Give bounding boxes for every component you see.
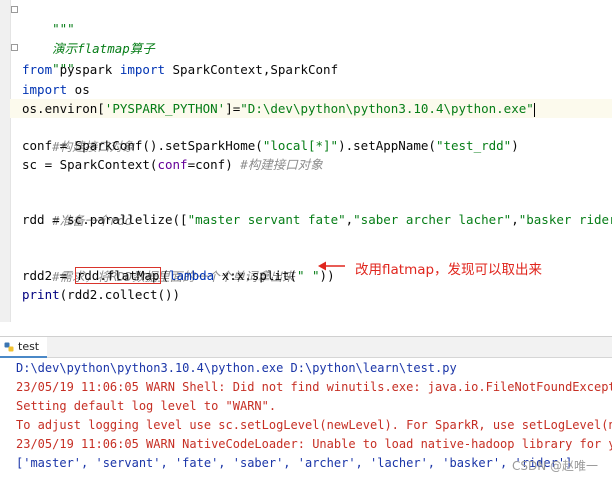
console-line: 23/05/19 11:06:05 WARN Shell: Did not fi… (16, 380, 612, 394)
fold-marker-icon[interactable] (11, 44, 18, 51)
run-console-output[interactable]: D:\dev\python\python3.10.4\python.exe D:… (0, 358, 612, 478)
code-text: ).setAppName( (338, 138, 436, 153)
console-line: 23/05/19 11:06:05 WARN NativeCodeLoader:… (16, 437, 612, 451)
annotation-text: 改用flatmap，发现可以取出来 (355, 262, 543, 278)
code-text: =conf) (187, 157, 241, 172)
code-text: ) (511, 138, 519, 153)
text-caret (533, 102, 535, 117)
code-text: (rdd2.collect()) (59, 287, 181, 302)
code-line-9: sc = SparkContext(conf=conf) #构建接口对象 (22, 155, 323, 174)
console-line: ['master', 'servant', 'fate', 'saber', '… (16, 456, 573, 470)
string-literal: "local[*]" (262, 138, 339, 153)
console-line: To adjust logging level use sc.setLogLev… (16, 418, 612, 432)
code-text: rdd2 = (22, 268, 75, 283)
string-literal: "D:\dev\python\python3.10.4\python.exe" (240, 101, 534, 116)
code-line-11: #准备一个rdd (22, 192, 132, 228)
code-line-8: conf = SparkConf().setSparkHome("local[*… (22, 136, 519, 155)
string-literal: "test_rdd" (435, 138, 512, 153)
code-line-4: from pyspark import SparkContext,SparkCo… (22, 60, 338, 79)
code-text: sc = SparkContext( (22, 157, 158, 172)
code-line-7: #构建接口对象 (22, 118, 135, 154)
code-text: ]= (225, 101, 241, 116)
code-text: conf = SparkConf().setSparkHome( (22, 138, 263, 153)
run-tab[interactable]: test (0, 337, 48, 358)
code-text: ( (161, 268, 170, 283)
named-argument: conf (157, 157, 188, 172)
string-literal: 'PYSPARK_PYTHON' (104, 101, 226, 116)
code-text: , (511, 212, 519, 227)
fold-marker-icon[interactable] (11, 6, 18, 13)
code-line-15: rdd2 = rdd.flatMap (lambda x:x.split(" ")… (22, 266, 335, 285)
import-names: SparkContext,SparkConf (165, 62, 339, 77)
run-tool-window-header: test (0, 336, 612, 358)
watermark: CSDN @赵唯一 (511, 459, 598, 473)
run-tab-label: test (18, 340, 40, 353)
string-literal: "saber archer lacher" (353, 212, 512, 227)
code-line-16: print(rdd2.collect()) (22, 285, 180, 304)
code-line-6-current: os.environ['PYSPARK_PYTHON']="D:\dev\pyt… (10, 99, 612, 118)
string-literal: "master servant fate" (187, 212, 346, 227)
code-text: x:x.split( (214, 268, 297, 283)
builtin-print: print (22, 287, 60, 302)
keyword-lambda: lambda (169, 268, 215, 283)
import-names: os (67, 82, 90, 97)
annotation-arrow-icon (318, 261, 345, 271)
string-literal: " " (296, 268, 320, 283)
code-line-14: #需求，将RDD数据里面的一个个单词拿出来 (22, 248, 295, 284)
console-line: Setting default log level to "WARN". (16, 399, 277, 413)
code-line-2: 演示flatmap算子 (22, 20, 155, 56)
string-literal: "basker rider" (518, 212, 612, 227)
code-line-5: import os (22, 80, 90, 99)
editor-gutter (0, 0, 11, 322)
code-line-1: """ (22, 0, 75, 36)
code-line-12: rdd = sc.parallelize(["master servant fa… (22, 210, 612, 229)
console-line: D:\dev\python\python3.10.4\python.exe D:… (16, 361, 457, 375)
module-name: pyspark (52, 62, 120, 77)
keyword-from: from (22, 62, 53, 77)
keyword-import: import (119, 62, 165, 77)
code-editor[interactable]: """ 演示flatmap算子 """ from pyspark import … (0, 0, 612, 322)
code-comment: #构建接口对象 (240, 157, 323, 172)
highlight-box-flatmap: rdd.flatMap (74, 267, 162, 284)
code-line-3: """ (22, 40, 75, 76)
python-run-icon (4, 342, 14, 351)
keyword-import: import (22, 82, 68, 97)
code-text: rdd = sc.parallelize([ (22, 212, 188, 227)
code-text: os.environ[ (22, 101, 105, 116)
